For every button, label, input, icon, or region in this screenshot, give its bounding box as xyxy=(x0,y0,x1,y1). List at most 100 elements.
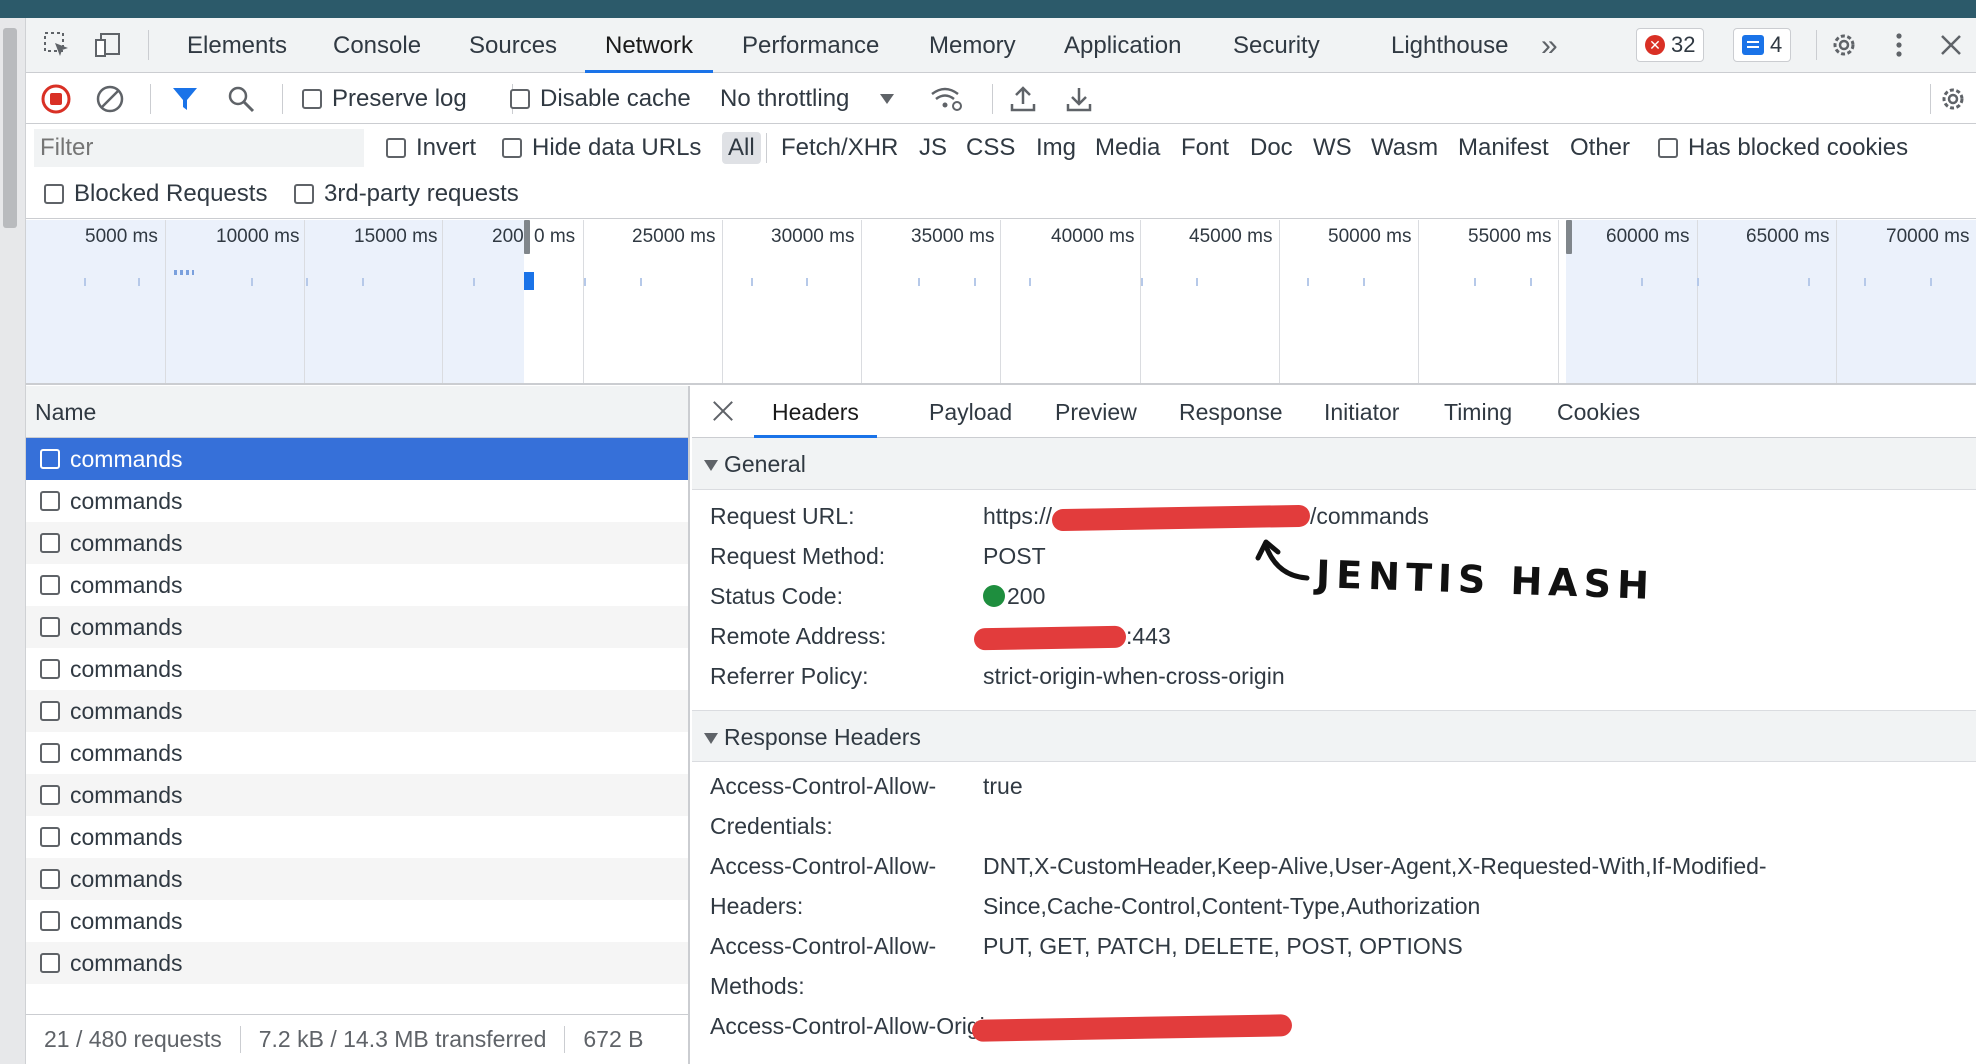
network-overview-timeline[interactable]: 5000 ms 10000 ms 15000 ms 200 0 ms 25000… xyxy=(26,220,1976,385)
general-section-header[interactable]: General xyxy=(692,438,1976,490)
checkbox-box[interactable] xyxy=(40,701,60,721)
inspect-element-icon[interactable] xyxy=(42,30,72,60)
type-filter-wasm[interactable]: Wasm xyxy=(1371,125,1438,171)
import-har-icon[interactable] xyxy=(1008,74,1038,124)
tab-initiator[interactable]: Initiator xyxy=(1324,386,1399,438)
scrollbar-thumb[interactable] xyxy=(3,28,17,228)
checkbox-box[interactable] xyxy=(40,617,60,637)
type-filter-media[interactable]: Media xyxy=(1095,125,1160,171)
checkbox-box[interactable] xyxy=(386,138,406,158)
checkbox-box[interactable] xyxy=(1658,138,1678,158)
record-stop-icon[interactable] xyxy=(40,74,72,124)
checkbox-box[interactable] xyxy=(40,491,60,511)
clear-icon[interactable] xyxy=(94,74,126,124)
third-party-requests-checkbox[interactable]: 3rd-party requests xyxy=(294,171,519,217)
filter-funnel-icon[interactable] xyxy=(170,74,200,124)
disable-cache-checkbox[interactable]: Disable cache xyxy=(510,74,691,124)
request-row[interactable]: commands xyxy=(26,858,688,900)
blocked-requests-checkbox[interactable]: Blocked Requests xyxy=(44,171,267,217)
tab-console[interactable]: Console xyxy=(333,18,421,73)
close-details-icon[interactable] xyxy=(710,398,736,424)
checkbox-box[interactable] xyxy=(294,184,314,204)
type-filter-fetch-xhr[interactable]: Fetch/XHR xyxy=(781,125,898,171)
request-row[interactable]: commands xyxy=(26,732,688,774)
checkbox-box[interactable] xyxy=(502,138,522,158)
request-row[interactable]: commands xyxy=(26,690,688,732)
filter-input[interactable] xyxy=(34,129,364,167)
checkbox-box[interactable] xyxy=(40,953,60,973)
checkbox-box[interactable] xyxy=(510,89,530,109)
settings-gear-icon[interactable] xyxy=(1829,30,1859,60)
tab-lighthouse[interactable]: Lighthouse xyxy=(1391,18,1508,73)
checkbox-box[interactable] xyxy=(40,869,60,889)
request-row[interactable]: commands xyxy=(26,900,688,942)
request-row[interactable]: commands xyxy=(26,606,688,648)
tab-sources[interactable]: Sources xyxy=(469,18,557,73)
timeline-tick xyxy=(806,278,808,286)
type-filter-all[interactable]: All xyxy=(722,125,761,171)
checkbox-box[interactable] xyxy=(40,743,60,763)
request-name: commands xyxy=(70,445,183,472)
checkbox-box[interactable] xyxy=(40,785,60,805)
export-har-icon[interactable] xyxy=(1064,74,1094,124)
request-row[interactable]: commands xyxy=(26,648,688,690)
type-filter-font[interactable]: Font xyxy=(1181,125,1229,171)
type-filter-other[interactable]: Other xyxy=(1570,125,1630,171)
request-row[interactable]: commands xyxy=(26,480,688,522)
timeline-right-handle[interactable] xyxy=(1566,220,1572,254)
remote-address-value: :443 xyxy=(973,616,1171,656)
network-settings-gear-icon[interactable] xyxy=(1938,74,1968,124)
tab-timing[interactable]: Timing xyxy=(1444,386,1512,438)
more-options-icon[interactable] xyxy=(1884,30,1914,60)
type-filter-css[interactable]: CSS xyxy=(966,125,1015,171)
checkbox-box[interactable] xyxy=(40,449,60,469)
tab-cookies[interactable]: Cookies xyxy=(1557,386,1640,438)
tab-elements[interactable]: Elements xyxy=(187,18,287,73)
close-devtools-icon[interactable] xyxy=(1936,30,1966,60)
search-icon[interactable] xyxy=(226,74,256,124)
error-count-badge[interactable]: ✕ 32 xyxy=(1636,28,1705,62)
tab-performance[interactable]: Performance xyxy=(742,18,879,73)
response-headers-section-header[interactable]: Response Headers xyxy=(692,710,1976,762)
type-filter-ws[interactable]: WS xyxy=(1313,125,1352,171)
request-row[interactable]: commands xyxy=(26,438,688,480)
has-blocked-cookies-checkbox[interactable]: Has blocked cookies xyxy=(1658,125,1908,171)
checkbox-box[interactable] xyxy=(40,659,60,679)
tab-application[interactable]: Application xyxy=(1064,18,1181,73)
checkbox-box[interactable] xyxy=(40,911,60,931)
timeline-tick xyxy=(1363,278,1365,286)
request-row[interactable]: commands xyxy=(26,942,688,984)
throttling-select[interactable]: No throttling xyxy=(720,74,895,124)
type-filter-img[interactable]: Img xyxy=(1036,125,1076,171)
left-scrollbar[interactable] xyxy=(0,18,26,1064)
tab-response[interactable]: Response xyxy=(1179,386,1283,438)
request-row[interactable]: commands xyxy=(26,774,688,816)
tab-security[interactable]: Security xyxy=(1233,18,1320,73)
request-row[interactable]: commands xyxy=(26,564,688,606)
name-column-header[interactable]: Name xyxy=(26,386,688,438)
checkbox-box[interactable] xyxy=(302,89,322,109)
tab-preview[interactable]: Preview xyxy=(1055,386,1137,438)
device-toolbar-icon[interactable] xyxy=(94,30,124,60)
message-count-badge[interactable]: 4 xyxy=(1733,28,1792,62)
toolbar-separator xyxy=(150,84,151,114)
tab-payload[interactable]: Payload xyxy=(929,386,1012,438)
preserve-log-checkbox[interactable]: Preserve log xyxy=(302,74,467,124)
network-conditions-icon[interactable] xyxy=(928,74,964,124)
request-row[interactable]: commands xyxy=(26,816,688,858)
checkbox-box[interactable] xyxy=(44,184,64,204)
tab-memory[interactable]: Memory xyxy=(929,18,1016,73)
tab-headers[interactable]: Headers xyxy=(754,386,877,438)
type-filter-js[interactable]: JS xyxy=(919,125,947,171)
tab-network[interactable]: Network xyxy=(584,18,714,73)
type-filter-doc[interactable]: Doc xyxy=(1250,125,1293,171)
invert-checkbox[interactable]: Invert xyxy=(386,125,476,171)
hide-data-urls-checkbox[interactable]: Hide data URLs xyxy=(502,125,701,171)
checkbox-box[interactable] xyxy=(40,575,60,595)
checkbox-box[interactable] xyxy=(40,533,60,553)
timeline-left-handle[interactable] xyxy=(524,220,530,254)
more-tabs-icon[interactable]: » xyxy=(1541,18,1558,73)
type-filter-manifest[interactable]: Manifest xyxy=(1458,125,1549,171)
request-row[interactable]: commands xyxy=(26,522,688,564)
checkbox-box[interactable] xyxy=(40,827,60,847)
